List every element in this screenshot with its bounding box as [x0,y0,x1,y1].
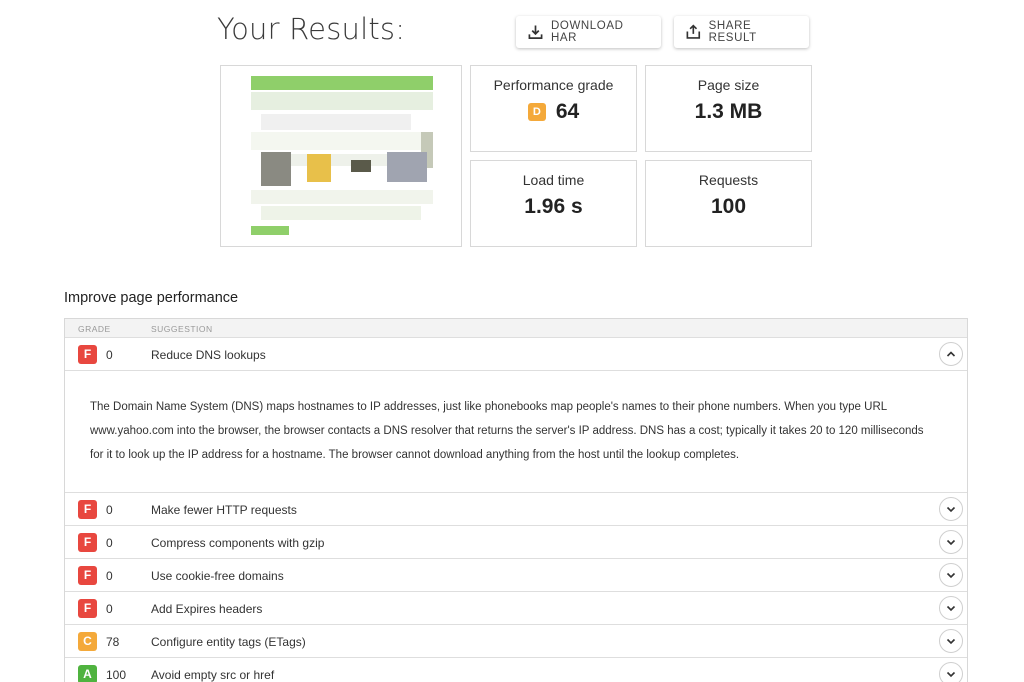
score-value: 0 [106,602,113,616]
chevron-down-icon [946,572,956,579]
suggestion-details: The Domain Name System (DNS) maps hostna… [65,371,967,493]
thumbnail-pixel [251,190,433,204]
performance-grade-card: Performance grade D 64 [470,65,637,152]
share-result-button[interactable]: SHARE RESULT [674,16,809,48]
suggestion-description: The Domain Name System (DNS) maps hostna… [90,401,924,461]
suggestion-label: Reduce DNS lookups [151,348,266,362]
download-har-button[interactable]: DOWNLOAD HAR [516,16,661,48]
page-size-value: 1.3 MB [694,100,763,123]
performance-score: 64 [555,100,580,123]
expand-button[interactable] [939,497,963,521]
chevron-down-icon [946,506,956,513]
expand-button[interactable] [939,629,963,653]
thumbnail-pixel [261,152,291,186]
thumbnail-pixel [251,92,433,110]
suggestion-label: Add Expires headers [151,602,263,616]
table-row[interactable]: F 0 Add Expires headers [65,592,967,625]
suggestions-table: GRADE SUGGESTION F 0 Reduce DNS lookups F 0 M… [64,318,968,682]
grade-badge: F [78,500,97,519]
load-time-value: 1.96 s [524,195,583,218]
load-time-card: Load time 1.96 s [470,160,637,247]
suggestion-label: Avoid empty src or href [151,668,275,682]
expand-button[interactable] [939,662,963,682]
grade-badge: F [78,566,97,585]
grade-badge: D [527,103,546,121]
table-header: GRADE SUGGESTION [65,319,967,338]
grade-badge: C [78,632,97,651]
performance-grade-value: D 64 [471,100,636,124]
suggestion-label: Configure entity tags (ETags) [151,635,306,649]
suggestion-label: Use cookie-free domains [151,569,284,583]
score-value: 100 [106,668,127,682]
thumbnail-pixel [261,206,421,220]
score-value: 78 [106,635,120,649]
table-row[interactable]: F 0 Compress components with gzip [65,526,967,559]
score-value: 0 [106,503,113,517]
thumbnail-pixel [307,154,331,182]
expand-button[interactable] [939,530,963,554]
page-size-label: Page size [697,77,760,93]
thumbnail-pixel [251,226,289,235]
thumbnail-pixel [351,160,371,172]
performance-grade-label: Performance grade [493,77,614,93]
suggestion-label: Compress components with gzip [151,536,325,550]
thumbnail-pixel [261,114,411,130]
table-row[interactable]: C 78 Configure entity tags (ETags) [65,625,967,658]
collapse-button[interactable] [939,342,963,366]
thumbnail-pixel [251,76,433,90]
load-time-label: Load time [522,172,585,188]
requests-card: Requests 100 [645,160,812,247]
table-row[interactable]: A 100 Avoid empty src or href [65,658,967,682]
thumbnail-pixel [251,132,433,150]
score-value: 0 [106,348,113,362]
download-icon [528,25,543,39]
chevron-down-icon [946,539,956,546]
page-screenshot-thumbnail [220,65,462,247]
chevron-down-icon [946,605,956,612]
grade-badge: F [78,599,97,618]
score-value: 0 [106,569,113,583]
share-result-label: SHARE RESULT [708,20,757,44]
share-icon [686,24,701,39]
grade-badge: F [78,345,97,364]
thumbnail-pixel [387,152,427,182]
page-size-card: Page size 1.3 MB [645,65,812,152]
table-row[interactable]: F 0 Reduce DNS lookups [65,338,967,371]
grade-badge: A [78,665,97,682]
suggestion-label: Make fewer HTTP requests [151,503,297,517]
expand-button[interactable] [939,596,963,620]
score-value: 0 [106,536,113,550]
chevron-up-icon [946,351,956,357]
suggestion-column-header: SUGGESTION [151,324,213,334]
requests-value: 100 [710,195,747,218]
chevron-down-icon [946,638,956,645]
requests-label: Requests [698,172,759,188]
expand-button[interactable] [939,563,963,587]
grade-column-header: GRADE [78,324,111,334]
table-row[interactable]: F 0 Make fewer HTTP requests [65,493,967,526]
improve-section-title: Improve page performance [64,290,239,306]
table-row[interactable]: F 0 Use cookie-free domains [65,559,967,592]
page-title: Your Results: [217,12,406,46]
download-har-label: DOWNLOAD HAR [551,20,624,44]
grade-badge: F [78,533,97,552]
chevron-down-icon [946,671,956,678]
